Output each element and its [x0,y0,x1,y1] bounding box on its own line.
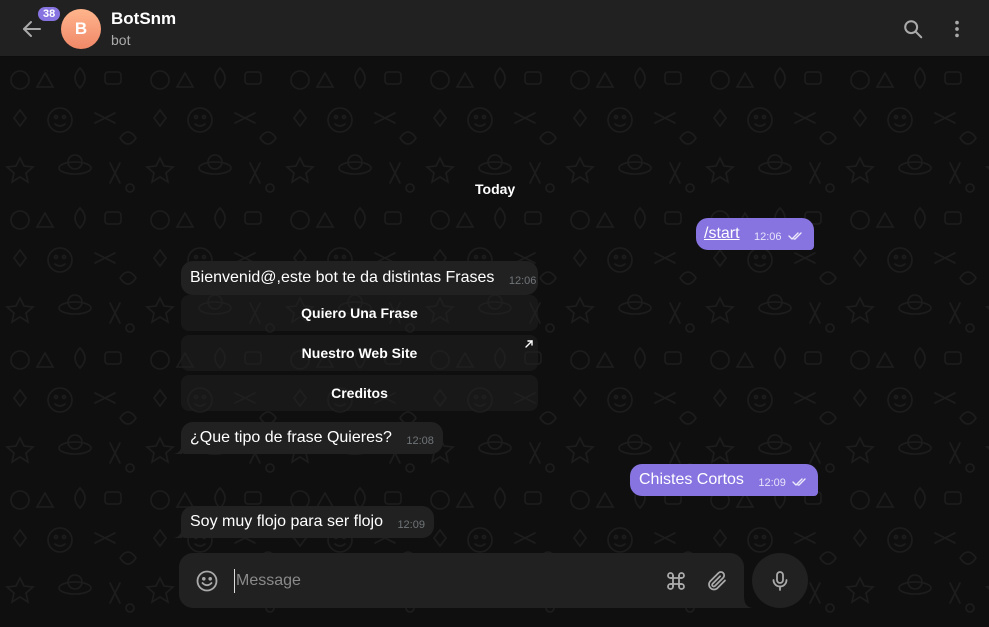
message-time: 12:09 [758,477,786,489]
chat-title[interactable]: BotSnm [111,9,176,29]
bubble-tail [806,484,816,496]
external-link-icon [525,340,533,348]
message-input[interactable] [234,569,644,593]
bubble-tail [172,526,182,538]
outgoing-message[interactable]: Chistes Cortos 12:09 [630,464,819,496]
message-text: ¿Que tipo de frase Quieres? [190,429,392,446]
message-time: 12:06 [508,275,537,287]
incoming-message[interactable]: Soy muy flojo para ser flojo 12:09 [181,506,434,538]
bubble-tail [172,442,182,454]
message-time: 12:08 [406,435,434,447]
chat-header: 38 B BotSnm bot [0,0,989,57]
bubble-tail [802,238,812,250]
bot-commands-button[interactable] [662,567,690,595]
message-text[interactable]: /start [704,225,740,242]
inline-button-label: Creditos [331,385,388,401]
inline-button-label: Quiero Una Frase [301,305,418,321]
paperclip-icon [708,571,726,591]
incoming-message[interactable]: Bienvenid@,este bot te da distintas Fras… [181,261,538,295]
chat-status: bot [111,32,131,48]
date-separator: Today [475,181,516,197]
inline-button-label: Nuestro Web Site [301,345,418,361]
smile-icon [196,570,218,592]
composer-tail [744,596,754,608]
inline-button-creditos[interactable]: Creditos [181,375,538,411]
search-button[interactable] [898,14,928,44]
avatar[interactable]: B [61,9,101,49]
message-time: 12:06 [754,231,782,243]
message-time: 12:09 [397,519,425,531]
incoming-message[interactable]: ¿Que tipo de frase Quieres? 12:08 [181,422,443,454]
message-text: Soy muy flojo para ser flojo [190,513,383,530]
message-text: Bienvenid@,este bot te da distintas Fras… [190,269,495,286]
outgoing-message[interactable]: /start 12:06 [696,218,814,250]
emoji-button[interactable] [193,567,221,595]
unread-count-badge: 38 [36,5,63,23]
message-text: Chistes Cortos [639,471,744,488]
voice-message-button[interactable] [752,553,808,608]
more-vertical-icon [955,20,959,38]
microphone-icon [772,570,788,591]
attach-button[interactable] [703,567,731,595]
command-icon [667,572,685,590]
inline-button-web-site[interactable]: Nuestro Web Site [181,335,538,371]
inline-button-quiero-una-frase[interactable]: Quiero Una Frase [181,295,538,331]
search-icon [904,20,923,39]
more-menu-button[interactable] [942,14,972,44]
